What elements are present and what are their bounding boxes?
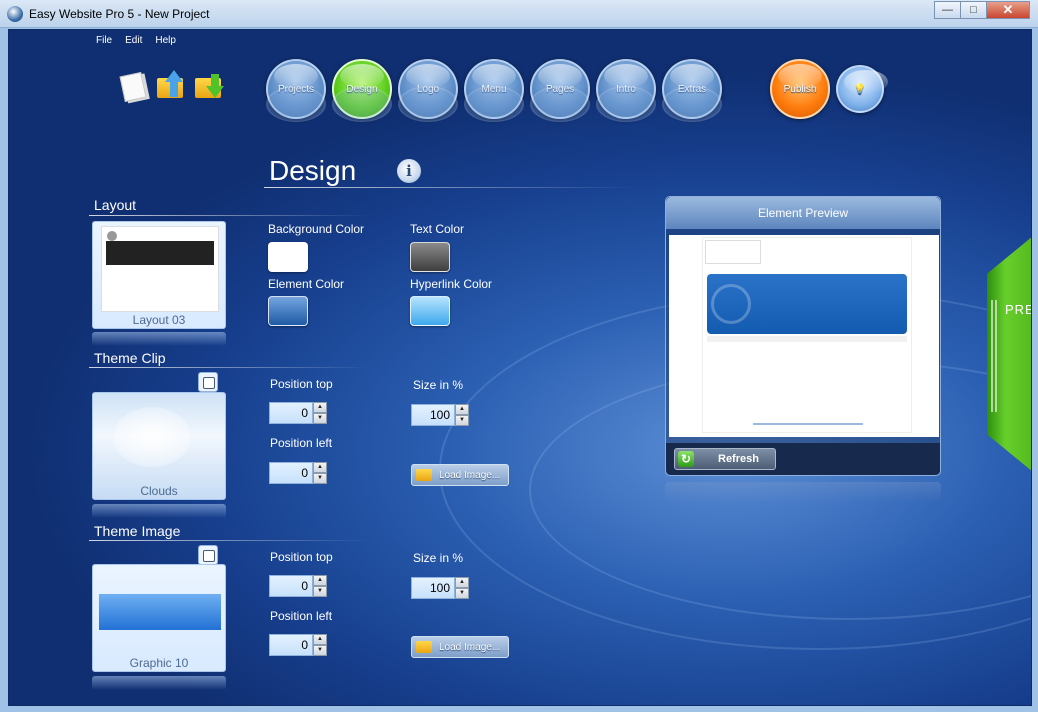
minimize-button[interactable]: — [934, 1, 961, 19]
hyperlink-color-swatch[interactable] [410, 296, 450, 326]
lightbulb-icon[interactable]: 💡 [836, 65, 888, 113]
clip-size-field[interactable]: 100 [411, 404, 455, 426]
layout-section-title: Layout [94, 197, 137, 213]
menu-edit[interactable]: Edit [125, 35, 142, 46]
image-position-top-label: Position top [270, 550, 333, 564]
image-position-left-field[interactable]: 0 [269, 634, 313, 656]
refresh-button[interactable]: ↻ Refresh [674, 448, 776, 470]
page-title: Design [269, 155, 357, 186]
window-title: Easy Website Pro 5 - New Project [29, 7, 210, 21]
clip-size-label: Size in % [413, 378, 464, 392]
text-color-swatch[interactable] [410, 242, 450, 272]
clip-position-left-label: Position left [270, 436, 333, 450]
project-file-toolbar [119, 70, 225, 103]
theme-clip-thumb-caption: Clouds [140, 484, 178, 498]
spin-down-icon[interactable]: ▼ [455, 415, 469, 426]
text-color-label: Text Color [410, 222, 465, 236]
theme-image-thumbnail[interactable]: Graphic 10 [92, 564, 226, 672]
open-project-icon[interactable] [157, 70, 187, 102]
spin-up-icon[interactable]: ▲ [455, 404, 469, 415]
spin-down-icon[interactable]: ▼ [313, 645, 327, 656]
image-load-image-label: Load Image... [439, 641, 501, 653]
maximize-button[interactable]: □ [960, 1, 987, 19]
layout-thumbnail[interactable]: Layout 03 [92, 221, 226, 329]
tab-decoration [991, 300, 993, 412]
thumb-reflection [92, 332, 226, 346]
layout-thumb-caption: Layout 03 [132, 313, 186, 327]
section-divider [89, 540, 369, 541]
clip-position-top-field[interactable]: 0 [269, 402, 313, 424]
clip-position-top-stepper[interactable]: 0 ▲ ▼ [269, 402, 327, 424]
clip-load-image-button[interactable]: Load Image... [411, 464, 509, 486]
menu-file[interactable]: File [96, 35, 112, 46]
refresh-icon: ↻ [678, 451, 694, 467]
menu-help[interactable]: Help [155, 35, 176, 46]
clip-size-stepper[interactable]: 100 ▲ ▼ [411, 404, 469, 426]
spin-up-icon[interactable]: ▲ [313, 402, 327, 413]
theme-image-thumb-caption: Graphic 10 [129, 656, 189, 670]
new-project-icon[interactable] [119, 71, 149, 103]
spin-up-icon[interactable]: ▲ [455, 577, 469, 588]
preview-canvas [669, 235, 939, 437]
menu-bar: File Edit Help [96, 35, 176, 46]
window-controls: — □ ✕ [934, 1, 1030, 19]
clip-position-left-stepper[interactable]: 0 ▲ ▼ [269, 462, 327, 484]
close-button[interactable]: ✕ [986, 1, 1030, 19]
panel-reflection [665, 482, 941, 502]
section-divider [89, 367, 369, 368]
image-position-left-stepper[interactable]: 0 ▲ ▼ [269, 634, 327, 656]
tab-decoration [995, 300, 997, 412]
publish-area: Publish 💡 [770, 59, 888, 119]
clip-load-image-label: Load Image... [439, 469, 501, 481]
preview-tab-label[interactable]: PREVIEW [1005, 302, 1031, 318]
image-size-stepper[interactable]: 100 ▲ ▼ [411, 577, 469, 599]
preview-footer: ↻ Refresh [666, 443, 940, 475]
spin-down-icon[interactable]: ▼ [313, 586, 327, 597]
preview-side-tab[interactable] [987, 236, 1031, 472]
spin-down-icon[interactable]: ▼ [313, 473, 327, 484]
image-position-top-field[interactable]: 0 [269, 575, 313, 597]
image-size-field[interactable]: 100 [411, 577, 455, 599]
thumb-reflection [92, 676, 226, 690]
image-size-label: Size in % [413, 551, 464, 565]
background-color-swatch[interactable] [268, 242, 308, 272]
app-icon [7, 6, 23, 22]
folder-icon [416, 641, 432, 653]
hyperlink-color-label: Hyperlink Color [410, 277, 493, 291]
element-preview-title: Element Preview [666, 197, 940, 229]
image-position-left-label: Position left [270, 609, 333, 623]
theme-image-checkbox[interactable] [198, 545, 218, 565]
theme-clip-checkbox[interactable] [198, 372, 218, 392]
section-divider [89, 215, 369, 216]
spin-down-icon[interactable]: ▼ [455, 588, 469, 599]
title-bar: Easy Website Pro 5 - New Project — □ ✕ [0, 0, 1038, 28]
image-position-top-stepper[interactable]: 0 ▲ ▼ [269, 575, 327, 597]
theme-clip-section-title: Theme Clip [94, 350, 166, 366]
element-color-swatch[interactable] [268, 296, 308, 326]
element-color-label: Element Color [268, 277, 345, 291]
spin-up-icon[interactable]: ▲ [313, 462, 327, 473]
spin-down-icon[interactable]: ▼ [313, 413, 327, 424]
clip-position-left-field[interactable]: 0 [269, 462, 313, 484]
app-client-area: File Edit Help Projects Design Logo Menu… [8, 29, 1032, 706]
clip-position-top-label: Position top [270, 377, 333, 391]
preview-page-image [702, 237, 912, 433]
background-color-label: Background Color [268, 222, 365, 236]
image-load-image-button[interactable]: Load Image... [411, 636, 509, 658]
refresh-label: Refresh [718, 453, 759, 465]
info-icon[interactable]: i [397, 159, 421, 183]
theme-clip-thumbnail[interactable]: Clouds [92, 392, 226, 500]
theme-image-section-title: Theme Image [94, 523, 181, 539]
thumb-reflection [92, 504, 226, 518]
spin-up-icon[interactable]: ▲ [313, 634, 327, 645]
nav-reflection [266, 86, 722, 122]
folder-icon [416, 469, 432, 481]
spin-up-icon[interactable]: ▲ [313, 575, 327, 586]
publish-button[interactable]: Publish [770, 59, 830, 119]
save-project-icon[interactable] [195, 72, 225, 102]
element-preview-panel: Element Preview ↻ Refresh [665, 196, 941, 476]
title-divider [264, 187, 634, 188]
